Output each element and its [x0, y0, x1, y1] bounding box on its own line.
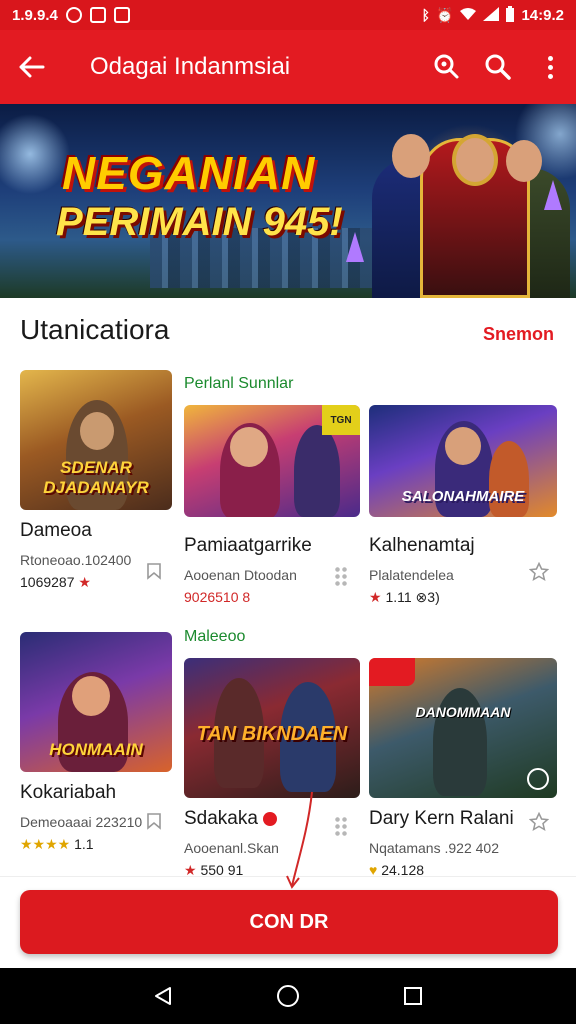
- battery-icon: [505, 5, 515, 25]
- search-icon[interactable]: [472, 30, 524, 104]
- app-title: Odagai Indanmsiai: [90, 53, 291, 80]
- game-card[interactable]: DANOMMAAN Dary Kern Ralani Nqatamans .92…: [369, 658, 557, 878]
- rating-value: 9026510 8: [184, 589, 251, 605]
- game-thumbnail[interactable]: HONMAAIN: [20, 632, 172, 772]
- game-art-title: TAN BIKNDAEN: [196, 723, 348, 745]
- more-vert-icon[interactable]: [524, 30, 576, 104]
- back-arrow-icon[interactable]: [0, 30, 64, 104]
- status-bar: 1.9.9.4 ᛒ ⏰ 14:9.2: [0, 0, 576, 30]
- star-outline-icon[interactable]: [528, 561, 550, 584]
- signal-icon: [483, 6, 500, 24]
- game-rating: ★ 1.11 ⊗3): [369, 589, 557, 606]
- home-circle-icon[interactable]: [268, 976, 308, 1016]
- game-card[interactable]: SDENAR DJADANAYR Dameoa Rtoneoao.102400 …: [20, 370, 172, 591]
- bluetooth-icon: ᛒ: [421, 7, 431, 23]
- game-thumbnail[interactable]: TAN BIKNDAEN: [184, 658, 360, 798]
- game-badge: TGN: [322, 405, 360, 435]
- gem-icon: [544, 180, 562, 210]
- drag-handle-icon[interactable]: [334, 816, 348, 838]
- annotation-arrow-icon: [286, 791, 313, 889]
- game-art-title: HONMAAIN: [49, 740, 143, 759]
- rating-value: 1069287: [20, 574, 75, 590]
- game-card[interactable]: TAN BIKNDAEN Sdakaka Aooenanl.Skan ★ 550…: [184, 658, 360, 879]
- drag-handle-icon[interactable]: [334, 566, 348, 588]
- promo-banner[interactable]: NEGANIAN PERIMAIN 945!: [0, 104, 576, 298]
- star-icon: ★★★★: [20, 836, 71, 852]
- game-name: Pamiaatgarrike: [184, 535, 312, 556]
- status-time: 14:9.2: [521, 6, 564, 24]
- play-badge-icon: [527, 768, 549, 790]
- sub-label-row2: Maleeoo: [184, 628, 246, 645]
- system-nav-bar: [0, 968, 576, 1024]
- hero-head: [452, 134, 498, 186]
- back-triangle-icon[interactable]: [143, 976, 183, 1016]
- game-thumbnail[interactable]: SALONAHMAIRE: [369, 405, 557, 517]
- primary-button-label: CON DR: [249, 910, 329, 933]
- game-thumbnail[interactable]: TGN: [184, 405, 360, 517]
- star-icon: ★: [369, 589, 382, 605]
- game-name: Dameoa: [20, 520, 92, 541]
- alarm-icon: ⏰: [436, 7, 454, 23]
- mail-icon: [89, 7, 106, 23]
- game-meta: Aooenanl.Skan: [184, 840, 279, 856]
- recents-square-icon[interactable]: [393, 976, 433, 1016]
- status-left-text: 1.9.9.4: [12, 6, 58, 24]
- primary-action-button[interactable]: CON DR: [20, 890, 558, 954]
- game-meta: Nqatamans .922 402: [369, 840, 499, 856]
- rating-value: 1.1: [74, 836, 94, 852]
- game-thumbnail[interactable]: DANOMMAAN: [369, 658, 557, 798]
- location-search-icon[interactable]: [420, 30, 472, 104]
- gem-icon: [346, 232, 364, 262]
- game-name: Kokariabah: [20, 782, 117, 803]
- rating-value: 1.11 ⊗3): [385, 589, 440, 605]
- section-title: Utanicatiora: [20, 314, 170, 345]
- bookmark-icon[interactable]: [143, 812, 165, 834]
- game-name: Kalhenamtaj: [369, 535, 475, 556]
- notification-icon: [65, 7, 82, 23]
- game-rating: ★★★★ 1.1: [20, 836, 172, 853]
- app-bar: Odagai Indanmsiai: [0, 30, 576, 104]
- hero-head: [392, 134, 430, 178]
- banner-title-line1: NEGANIAN: [62, 147, 316, 199]
- game-thumbnail[interactable]: SDENAR DJADANAYR: [20, 370, 172, 510]
- game-art-title: SDENAR DJADANAYR: [43, 458, 149, 497]
- sub-label-row1: Perlanl Sunnlar: [184, 375, 294, 392]
- game-name-text: Sdakaka: [184, 808, 258, 829]
- game-art-title: DANOMMAAN: [415, 704, 511, 720]
- game-art-title: SALONAHMAIRE: [401, 488, 525, 505]
- game-rating: 9026510 8: [184, 589, 360, 605]
- bookmark-icon[interactable]: [143, 562, 165, 584]
- gallery-icon: [113, 7, 130, 23]
- wifi-icon: [459, 7, 477, 24]
- banner-title-line2: PERIMAIN 945!: [56, 200, 343, 244]
- verified-badge-icon: [263, 811, 278, 826]
- section-see-more-link[interactable]: Snemon: [483, 324, 554, 345]
- star-outline-icon[interactable]: [528, 811, 550, 834]
- hero-head: [506, 140, 542, 182]
- star-icon: ★: [78, 574, 91, 590]
